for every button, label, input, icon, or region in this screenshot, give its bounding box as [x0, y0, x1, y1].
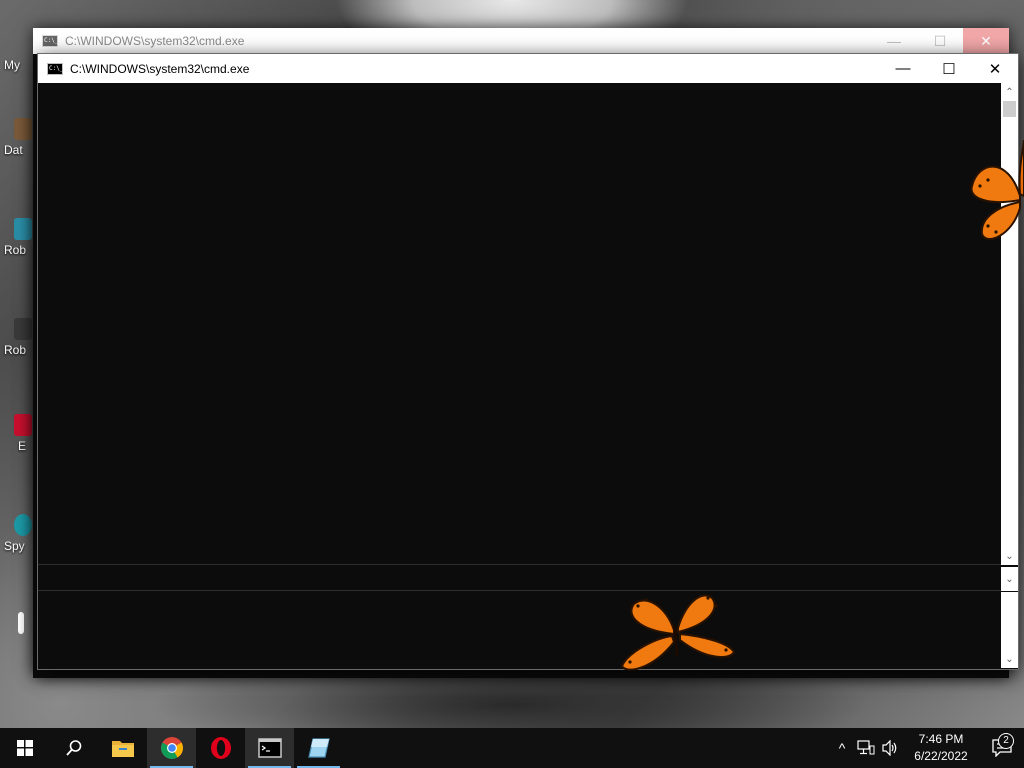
taskbar: ^ 7:46 PM 6/22/2022 2: [0, 728, 1024, 768]
cmd-icon: C:\_: [42, 35, 58, 47]
start-button[interactable]: [0, 728, 49, 768]
scroll-down-arrow-icon[interactable]: ⌄: [1001, 572, 1018, 586]
network-icon: [857, 740, 875, 755]
scroll-up-arrow-icon[interactable]: ⌃: [1001, 85, 1018, 99]
opera-icon: [210, 737, 231, 759]
scroll-down-arrow-icon[interactable]: ⌄: [1001, 652, 1018, 666]
cmd-icon: C:\_: [47, 62, 63, 75]
butterfly-icon: [970, 139, 1024, 240]
app-taskbar-button[interactable]: [294, 728, 343, 768]
window-title: C:\WINDOWS\system32\cmd.exe: [70, 61, 250, 76]
cmd-taskbar-button[interactable]: [245, 728, 294, 768]
search-icon: [65, 740, 81, 756]
minimize-button[interactable]: —: [871, 28, 917, 54]
maximize-button[interactable]: ☐: [917, 28, 963, 54]
app-icon: [14, 514, 32, 536]
clock-date: 6/22/2022: [914, 749, 968, 763]
vertical-scrollbar[interactable]: ⌄: [1001, 592, 1018, 668]
chrome-icon: [160, 737, 183, 759]
opera-button[interactable]: [196, 728, 245, 768]
title-bar[interactable]: C:\_ C:\WINDOWS\system32\cmd.exe — ☐ ✕: [38, 54, 1018, 83]
app-icon: [18, 612, 24, 634]
search-button[interactable]: [49, 728, 98, 768]
volume-icon: [882, 740, 897, 756]
show-hidden-icons-chevron-icon[interactable]: ^: [830, 740, 854, 756]
network-button[interactable]: [854, 740, 878, 756]
console-output[interactable]: [38, 83, 1001, 669]
scroll-down-arrow-icon[interactable]: ⌄: [1001, 549, 1018, 563]
pane-divider: [38, 590, 1001, 591]
pane-divider: [38, 564, 1001, 565]
background-title-bar[interactable]: C:\_ C:\WINDOWS\system32\cmd.exe — ☐ ✕: [33, 28, 1009, 54]
start-icon: [16, 740, 33, 756]
minimize-button[interactable]: —: [880, 54, 926, 83]
file-explorer-button[interactable]: [98, 728, 147, 768]
close-button[interactable]: ✕: [972, 54, 1018, 83]
maximize-button[interactable]: ☐: [926, 54, 972, 83]
close-button[interactable]: ✕: [963, 28, 1009, 54]
clock-time: 7:46 PM: [918, 732, 964, 746]
app-icon: [14, 218, 32, 240]
volume-button[interactable]: [878, 740, 902, 756]
cmd-window[interactable]: C:\_ C:\WINDOWS\system32\cmd.exe — ☐ ✕ ⌃…: [37, 53, 1019, 670]
butterfly-icon: [620, 594, 736, 671]
background-window-title: C:\WINDOWS\system32\cmd.exe: [65, 34, 245, 48]
app-icon: [14, 118, 32, 140]
file-explorer-icon: [111, 741, 134, 757]
app-icon: [14, 414, 32, 436]
system-tray: ^ 7:46 PM 6/22/2022 2: [830, 728, 1024, 768]
scroll-thumb[interactable]: [1003, 101, 1016, 117]
clock[interactable]: 7:46 PM 6/22/2022: [902, 731, 980, 765]
chrome-button[interactable]: [147, 728, 196, 768]
cmd-icon: [257, 738, 282, 758]
notification-count-badge: 2: [998, 733, 1014, 749]
vertical-scrollbar[interactable]: ⌄: [1001, 567, 1018, 591]
action-center-button[interactable]: 2: [980, 733, 1024, 757]
app-icon: [14, 318, 32, 340]
app-icon: [307, 738, 330, 758]
